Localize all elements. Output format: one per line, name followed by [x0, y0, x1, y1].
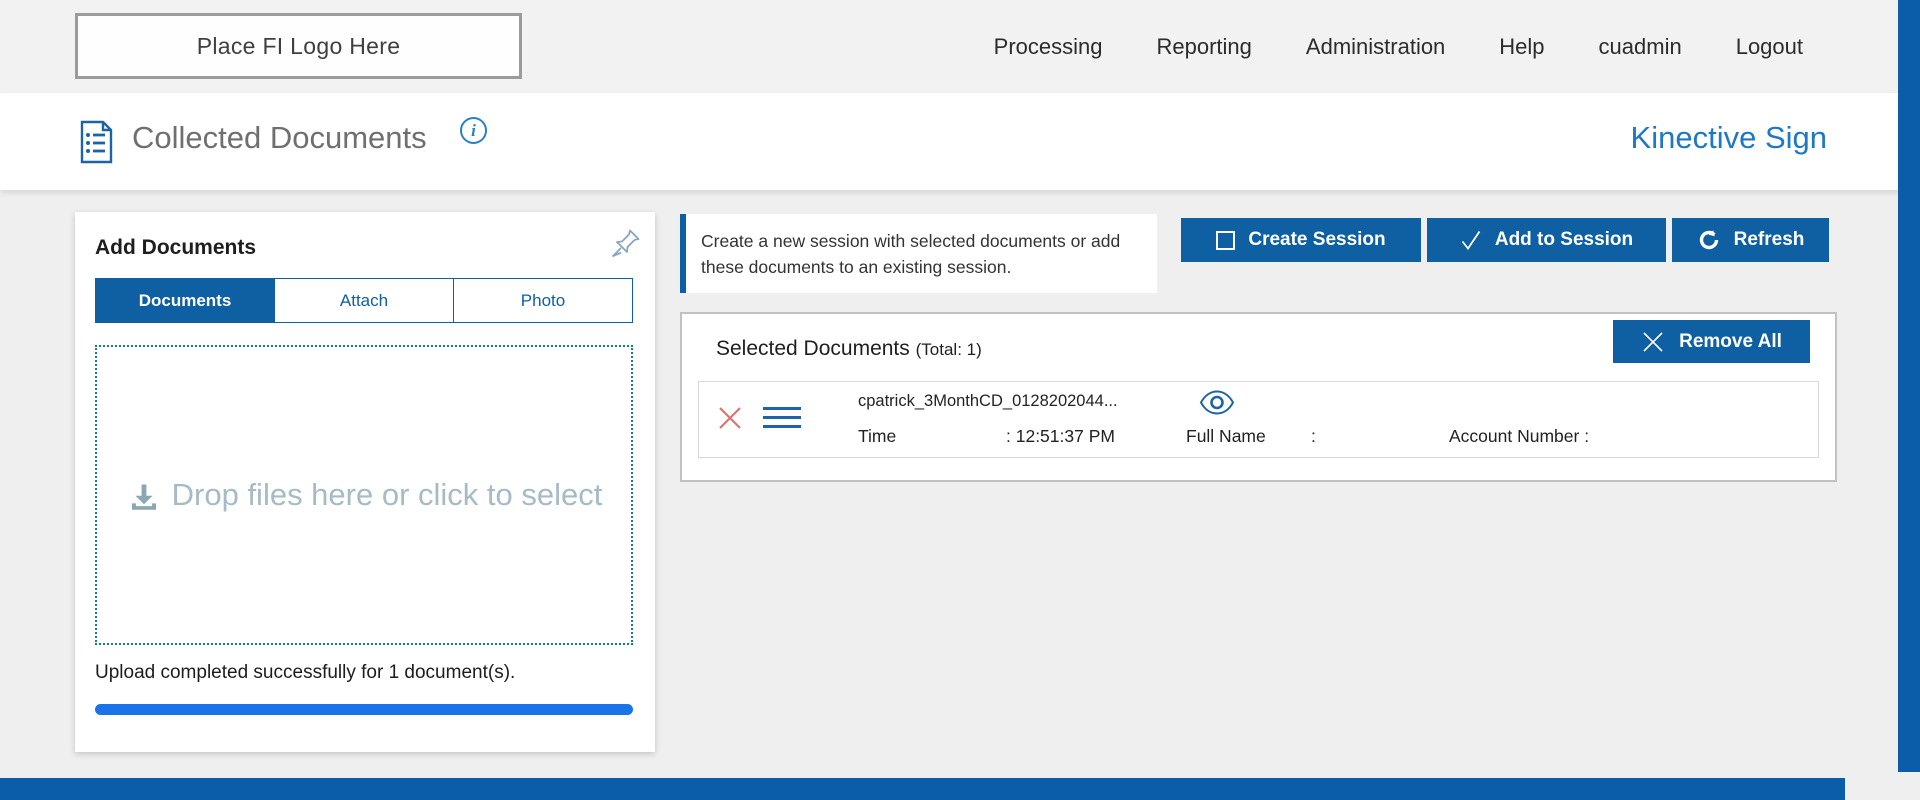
page-title: Collected Documents — [132, 120, 427, 156]
add-documents-panel: Add Documents Documents Attach Photo Dro… — [75, 212, 655, 752]
drag-handle-icon[interactable] — [763, 407, 801, 429]
full-name-label: Full Name — [1186, 426, 1266, 447]
account-number-label: Account Number : — [1449, 426, 1589, 447]
collected-documents-icon — [74, 119, 118, 165]
check-icon — [1460, 229, 1482, 251]
selected-documents-panel: Selected Documents (Total: 1) Remove All… — [680, 312, 1837, 482]
full-name-value: : — [1311, 426, 1316, 447]
refresh-label: Refresh — [1734, 229, 1805, 251]
tab-photo[interactable]: Photo — [454, 278, 633, 323]
selected-documents-title-text: Selected Documents — [716, 337, 910, 360]
app-root: Place FI Logo Here Processing Reporting … — [0, 0, 1920, 800]
close-icon — [1641, 330, 1665, 354]
remove-document-icon[interactable] — [716, 404, 744, 432]
tab-documents[interactable]: Documents — [95, 278, 275, 323]
nav-item-logout[interactable]: Logout — [1736, 34, 1803, 60]
file-dropzone[interactable]: Drop files here or click to select — [95, 345, 633, 645]
right-edge-accent-bar — [1898, 0, 1920, 772]
remove-all-label: Remove All — [1679, 331, 1782, 353]
create-session-icon — [1216, 231, 1235, 250]
download-icon — [126, 480, 162, 516]
upload-progress-bar — [95, 704, 633, 715]
info-icon[interactable]: i — [460, 117, 487, 144]
create-session-button[interactable]: Create Session — [1181, 218, 1421, 262]
document-row: cpatrick_3MonthCD_0128202044... Time : 1… — [698, 381, 1819, 458]
session-help-text: Create a new session with selected docum… — [701, 231, 1120, 277]
tab-attach[interactable]: Attach — [275, 278, 454, 323]
nav-item-help[interactable]: Help — [1499, 34, 1544, 60]
pin-icon[interactable] — [609, 226, 643, 260]
nav-item-processing[interactable]: Processing — [994, 34, 1103, 60]
create-session-label: Create Session — [1248, 229, 1385, 251]
page-header: Collected Documents i Kinective Sign — [0, 93, 1920, 190]
selected-documents-total: (Total: 1) — [916, 340, 982, 359]
main-nav: Processing Reporting Administration Help… — [994, 0, 1803, 93]
document-filename: cpatrick_3MonthCD_0128202044... — [858, 392, 1118, 411]
session-actions: Create Session Add to Session Refresh — [1181, 218, 1829, 262]
nav-item-administration[interactable]: Administration — [1306, 34, 1445, 60]
add-documents-tabs: Documents Attach Photo — [95, 278, 633, 323]
add-to-session-button[interactable]: Add to Session — [1427, 218, 1666, 262]
dropzone-text: Drop files here or click to select — [172, 477, 603, 513]
time-label: Time — [858, 426, 896, 447]
brand-title: Kinective Sign — [1631, 120, 1827, 156]
add-documents-title: Add Documents — [95, 236, 256, 260]
fi-logo-placeholder: Place FI Logo Here — [75, 13, 522, 79]
refresh-icon — [1697, 228, 1721, 252]
refresh-button[interactable]: Refresh — [1672, 218, 1829, 262]
info-icon-glyph: i — [471, 121, 476, 141]
session-help-message: Create a new session with selected docum… — [680, 214, 1157, 293]
upload-status-text: Upload completed successfully for 1 docu… — [95, 662, 515, 684]
preview-eye-icon[interactable] — [1199, 389, 1235, 416]
logo-text: Place FI Logo Here — [197, 33, 401, 60]
top-nav-bar: Place FI Logo Here Processing Reporting … — [0, 0, 1920, 93]
footer-bar — [0, 778, 1845, 800]
remove-all-button[interactable]: Remove All — [1613, 320, 1810, 363]
nav-item-cuadmin[interactable]: cuadmin — [1599, 34, 1682, 60]
add-to-session-label: Add to Session — [1495, 229, 1633, 251]
selected-documents-title: Selected Documents (Total: 1) — [716, 337, 982, 361]
nav-item-reporting[interactable]: Reporting — [1157, 34, 1252, 60]
time-value: : 12:51:37 PM — [1006, 426, 1115, 447]
